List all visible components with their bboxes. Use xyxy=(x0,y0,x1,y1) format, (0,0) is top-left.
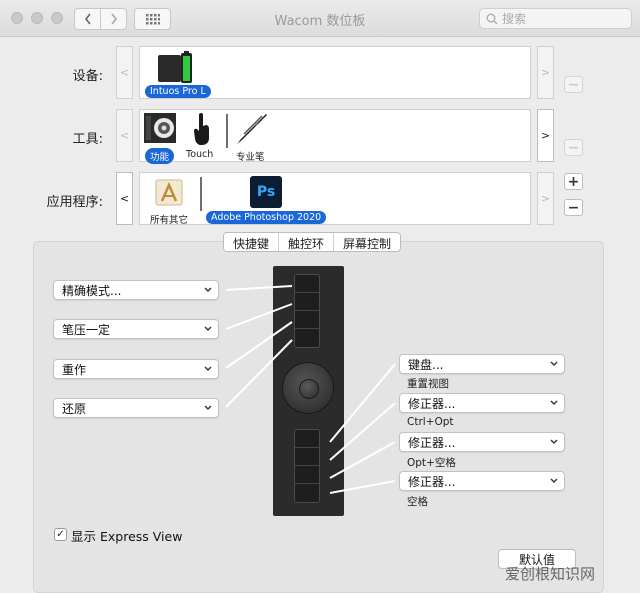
app-scroll-left[interactable]: < xyxy=(116,172,133,225)
chevron-down-icon xyxy=(204,366,212,371)
device-item-label: Intuos Pro L xyxy=(145,85,211,98)
chevron-down-icon xyxy=(204,405,212,410)
tool-item-touch-label: Touch xyxy=(186,149,214,160)
tool-pro-pen[interactable] xyxy=(235,112,269,149)
tool-functions[interactable] xyxy=(144,113,176,146)
chevron-down-icon xyxy=(204,287,212,292)
tab-express-keys[interactable]: 快捷键 xyxy=(224,233,280,251)
chevron-down-icon xyxy=(550,361,558,366)
title-bar: Wacom 数位板 搜索 xyxy=(0,0,640,37)
search-input[interactable]: 搜索 xyxy=(479,8,632,29)
tab-bar: 快捷键 触控环 屏幕控制 xyxy=(223,232,402,252)
tool-strip: 功能 Touch 专业笔 xyxy=(139,109,531,164)
express-view-checkbox[interactable]: ✓ xyxy=(54,528,67,541)
app-separator xyxy=(200,177,202,211)
photoshop-icon-text: Ps xyxy=(256,184,276,200)
device-scroll-right: > xyxy=(537,46,554,99)
tablet-illustration xyxy=(273,266,344,516)
chevron-down-icon xyxy=(550,478,558,483)
chevron-down-icon xyxy=(550,439,558,444)
express-key-7-sublabel: Opt+空格 xyxy=(407,457,456,469)
express-key-5-value: 键盘... xyxy=(408,357,444,372)
touch-ring xyxy=(282,362,334,414)
express-key-6-dropdown[interactable]: 修正器... xyxy=(399,393,565,413)
express-key-6-value: 修正器... xyxy=(408,396,456,411)
express-key-5-dropdown[interactable]: 键盘... xyxy=(399,354,565,374)
express-key-8-sublabel: 空格 xyxy=(407,496,428,508)
express-key-4-value: 还原 xyxy=(62,401,87,416)
photoshop-app-icon[interactable]: Ps xyxy=(250,176,282,208)
express-key-5-sublabel: 重置视图 xyxy=(407,378,449,390)
app-strip: 所有其它 Ps Adobe Photoshop 2020 xyxy=(139,172,531,226)
hand-icon xyxy=(194,113,209,145)
tab-touch-ring[interactable]: 触控环 xyxy=(279,233,335,251)
tool-scroll-right[interactable]: > xyxy=(537,109,554,162)
device-row-label: 设备: xyxy=(72,69,103,84)
lower-express-keys xyxy=(294,429,320,503)
remove-app-button[interactable]: − xyxy=(564,199,583,216)
express-key-3-value: 重作 xyxy=(62,362,87,377)
upper-express-keys xyxy=(294,274,320,348)
search-icon xyxy=(486,13,498,24)
chevron-down-icon xyxy=(204,326,212,331)
app-item-photoshop-label: Adobe Photoshop 2020 xyxy=(206,211,327,224)
tablet-functions-icon xyxy=(144,113,176,143)
applications-folder-icon xyxy=(155,179,183,206)
express-key-8-value: 修正器... xyxy=(408,474,456,489)
add-app-button[interactable]: + xyxy=(564,173,583,190)
express-key-4-dropdown[interactable]: 还原 xyxy=(53,398,219,418)
express-view-label: 显示 Express View xyxy=(71,529,183,544)
express-key-1-dropdown[interactable]: 精确模式... xyxy=(53,280,219,300)
search-placeholder: 搜索 xyxy=(502,12,527,26)
watermark-text: 爱创根知识网 xyxy=(505,565,596,583)
tool-touch[interactable] xyxy=(192,112,212,149)
device-intuos-pro-l[interactable] xyxy=(157,51,193,88)
express-key-2-value: 笔压一定 xyxy=(62,322,111,337)
device-scroll-left: < xyxy=(116,46,133,99)
express-key-3-dropdown[interactable]: 重作 xyxy=(53,359,219,379)
express-key-7-dropdown[interactable]: 修正器... xyxy=(399,432,565,452)
app-item-all-other-label: 所有其它 xyxy=(150,215,189,226)
tool-separator xyxy=(226,114,228,148)
tool-row-label: 工具: xyxy=(72,132,103,147)
remove-tool-button[interactable]: − xyxy=(564,139,583,156)
app-row-label: 应用程序: xyxy=(46,195,103,210)
pen-icon xyxy=(237,114,267,144)
app-all-other[interactable] xyxy=(154,177,184,210)
tool-item-functions-label: 功能 xyxy=(145,148,175,164)
device-strip: Intuos Pro L xyxy=(139,46,531,99)
tool-item-pro-pen-label: 专业笔 xyxy=(236,152,265,163)
express-key-2-dropdown[interactable]: 笔压一定 xyxy=(53,319,219,339)
express-key-7-value: 修正器... xyxy=(408,435,456,450)
tab-on-screen-controls[interactable]: 屏幕控制 xyxy=(334,233,400,251)
express-key-1-value: 精确模式... xyxy=(62,283,122,298)
tablet-battery-icon xyxy=(158,51,192,83)
express-key-6-sublabel: Ctrl+Opt xyxy=(407,416,454,428)
chevron-down-icon xyxy=(550,400,558,405)
remove-device-button[interactable]: − xyxy=(564,76,583,93)
app-scroll-right: > xyxy=(537,172,554,225)
tool-scroll-left: < xyxy=(116,109,133,162)
express-key-8-dropdown[interactable]: 修正器... xyxy=(399,471,565,491)
touch-ring-center-button xyxy=(299,379,319,399)
